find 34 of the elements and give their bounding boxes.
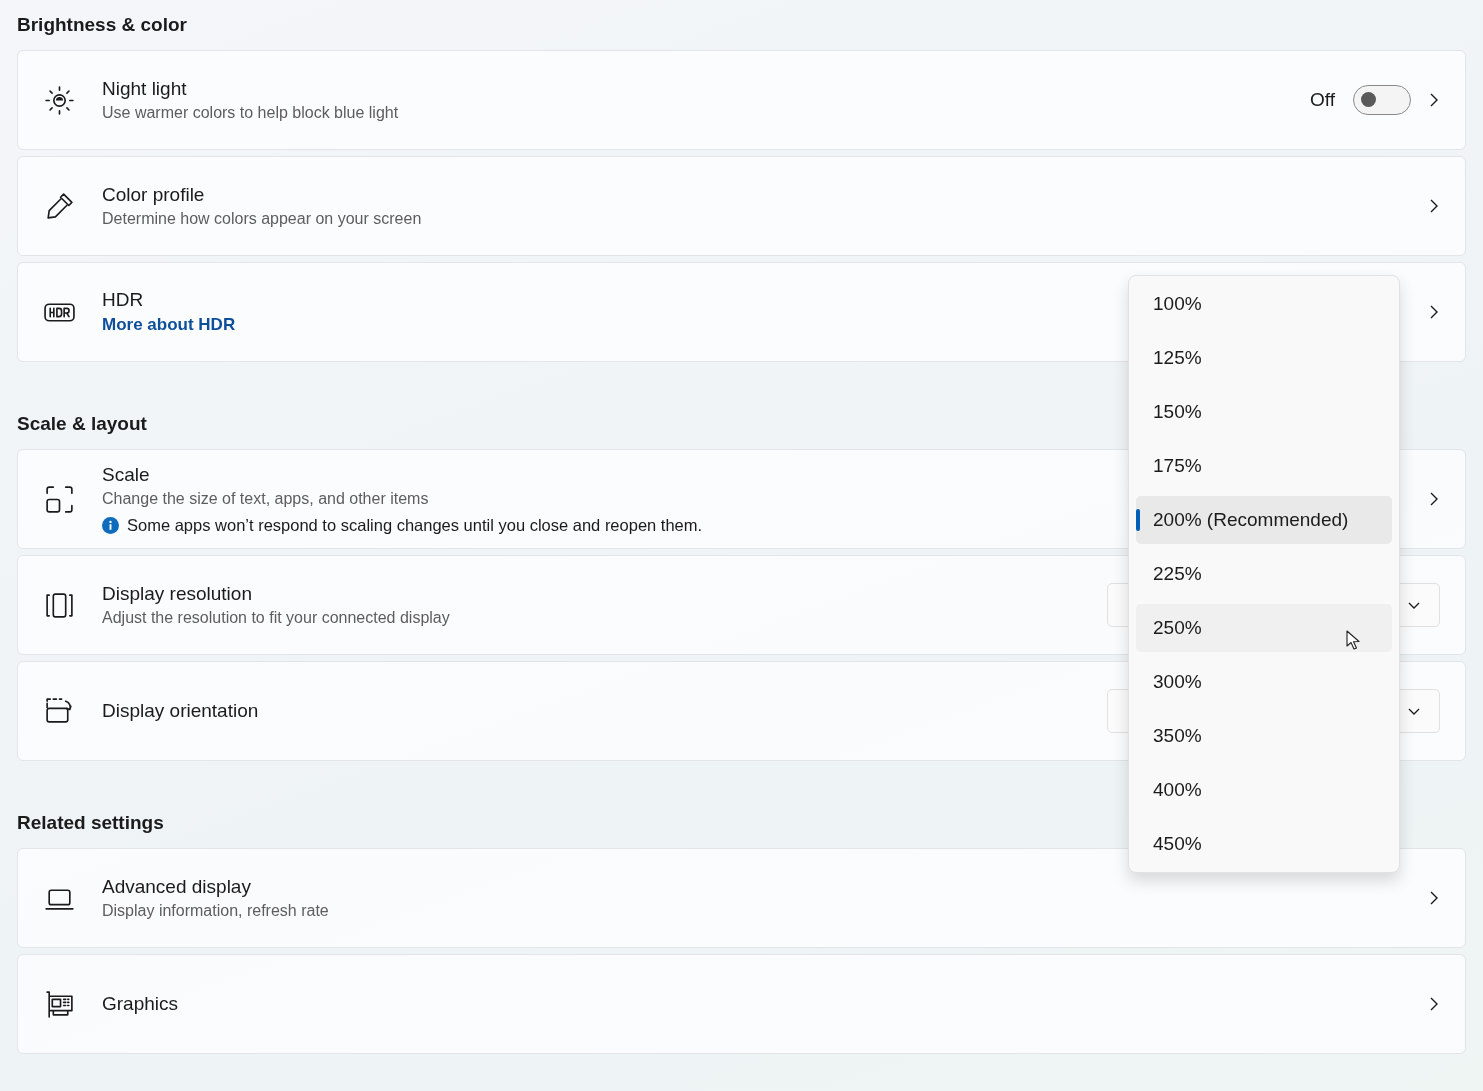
setting-title: Scale — [102, 463, 150, 486]
scale-option[interactable]: 400% — [1136, 766, 1392, 814]
setting-title: Night light — [102, 78, 187, 100]
setting-description: Use warmer colors to help block blue light — [102, 104, 399, 122]
scale-option[interactable]: 350% — [1136, 712, 1392, 760]
setting-description: Change the size of text, apps, and other items — [102, 489, 429, 508]
section-heading: Related settings — [17, 811, 164, 835]
more-about-link[interactable]: More about HDR — [102, 315, 236, 335]
toggle-switch[interactable] — [1353, 85, 1411, 115]
cursor-icon — [1346, 630, 1361, 651]
setting-description: Adjust the resolution to fit your connected display — [102, 609, 450, 627]
info-icon — [102, 516, 119, 534]
section-heading: Scale & layout — [17, 412, 147, 436]
toggle-state-label: Off — [1310, 89, 1335, 111]
setting-title: Graphics — [102, 993, 179, 1015]
setting-description: Display information, refresh rate — [102, 902, 329, 920]
scale-option[interactable]: 225% — [1136, 550, 1392, 598]
scale-note: Some apps won’t respond to scaling changes until you close and reopen them. — [127, 515, 703, 535]
scale-option[interactable]: 300% — [1136, 658, 1392, 706]
setting-title: Color profile — [102, 184, 205, 206]
setting-title: Display resolution — [102, 583, 252, 605]
scale-option[interactable]: 100% — [1136, 280, 1392, 328]
scale-option[interactable]: 250% — [1136, 604, 1392, 652]
scale-option[interactable]: 175% — [1136, 442, 1392, 490]
scale-option[interactable]: 150% — [1136, 388, 1392, 436]
scale-option[interactable]: 125% — [1136, 334, 1392, 382]
setting-title: HDR — [102, 289, 144, 311]
scale-option[interactable]: 450% — [1136, 820, 1392, 868]
scale-option[interactable]: 200% (Recommended) — [1136, 496, 1392, 544]
section-heading: Brightness & color — [17, 13, 187, 37]
setting-title: Display orientation — [102, 700, 259, 722]
sun-icon — [43, 83, 76, 117]
setting-description: Determine how colors appear on your screen — [102, 210, 422, 228]
setting-title: Advanced display — [102, 876, 251, 898]
